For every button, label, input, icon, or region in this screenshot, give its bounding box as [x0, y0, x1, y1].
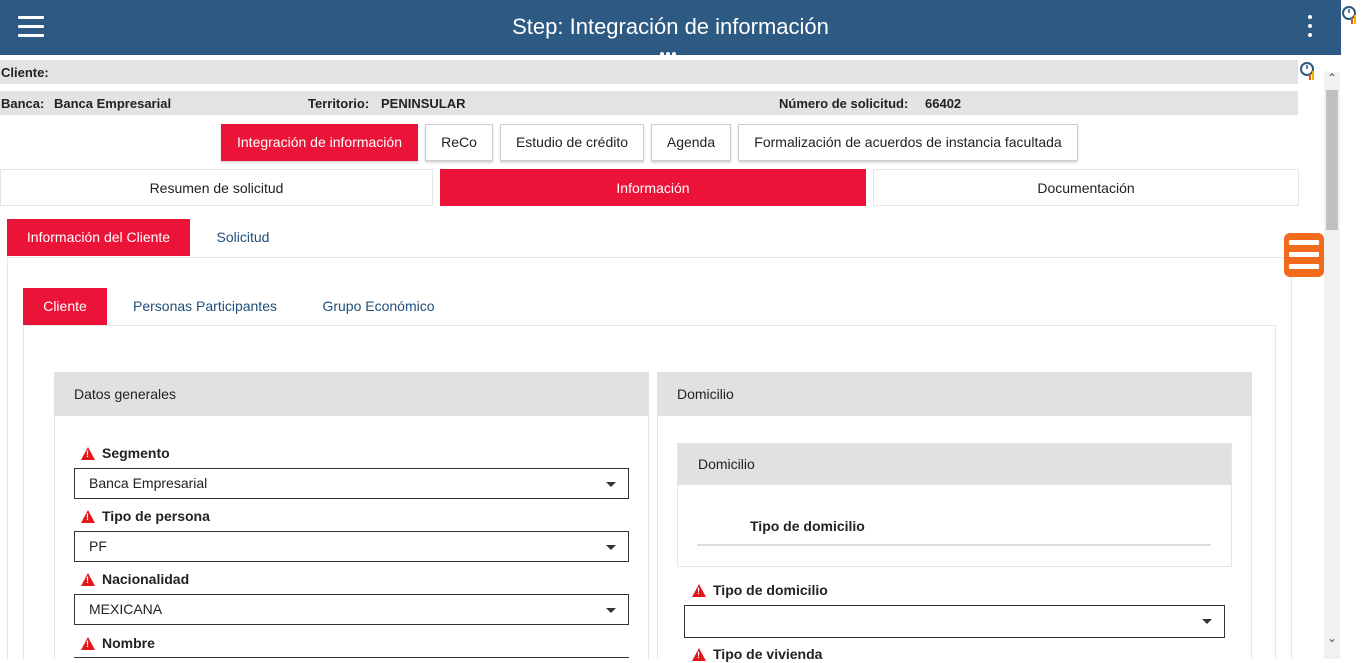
step-reco-button[interactable]: ReCo	[425, 124, 493, 161]
chevron-down-icon	[606, 608, 616, 613]
warning-icon	[81, 447, 95, 460]
territorio-label: Territorio:	[308, 96, 370, 111]
tab-personas-participantes[interactable]: Personas Participantes	[116, 288, 294, 325]
tipo-domicilio-column-header: Tipo de domicilio	[750, 518, 865, 534]
domicilio-border-right	[1251, 416, 1252, 659]
datos-border-right	[648, 416, 649, 659]
timer-chart-icon-inner[interactable]	[1300, 60, 1316, 82]
tab-grupo-economico[interactable]: Grupo Económico	[306, 288, 451, 325]
innertab-divider	[23, 325, 1276, 326]
kebab-icon[interactable]	[1306, 15, 1314, 41]
banca-value: Banca Empresarial	[54, 96, 172, 111]
warning-icon	[81, 510, 95, 523]
chevron-down-icon	[606, 482, 616, 487]
territorio-value: PENINSULAR	[381, 96, 466, 111]
inner-panel-border-left	[677, 443, 678, 566]
tipo-persona-select[interactable]: PF	[74, 531, 629, 562]
content-border-left	[7, 257, 8, 659]
inner-panel-border-right	[1231, 443, 1232, 566]
nombre-input-top-edge[interactable]	[74, 657, 629, 658]
tipo-vivienda-label: Tipo de vivienda	[692, 645, 822, 663]
warning-icon	[81, 573, 95, 586]
solicitud-label: Número de solicitud:	[779, 96, 909, 111]
warning-icon	[692, 584, 706, 597]
scroll-up-arrow[interactable]: ⌃	[1326, 72, 1338, 84]
tab-informacion[interactable]: Información	[440, 169, 866, 206]
inner-panel-border-bottom	[677, 566, 1232, 567]
segmento-label: Segmento	[81, 444, 170, 462]
tab-cliente[interactable]: Cliente	[23, 288, 107, 325]
title-more-icon[interactable]	[660, 43, 682, 56]
segmento-select[interactable]: Banca Empresarial	[74, 468, 629, 499]
banca-label: Banca:	[1, 96, 45, 111]
page-title: Step: Integración de información	[512, 14, 829, 39]
solicitud-value: 66402	[925, 96, 962, 111]
nacionalidad-select[interactable]: MEXICANA	[74, 594, 629, 625]
scrollbar-thumb[interactable]	[1326, 90, 1338, 230]
tipo-persona-label: Tipo de persona	[81, 507, 210, 525]
domicilio-inner-header: Domicilio	[678, 443, 1231, 485]
step-agenda-button[interactable]: Agenda	[651, 124, 731, 161]
column-header-underline	[697, 544, 1211, 546]
tab-solicitud[interactable]: Solicitud	[196, 219, 290, 256]
tab-resumen[interactable]: Resumen de solicitud	[0, 169, 433, 206]
floating-menu-icon[interactable]	[1284, 233, 1324, 277]
tab-documentacion[interactable]: Documentación	[873, 169, 1299, 206]
inner-border-right	[1275, 325, 1276, 659]
chevron-down-icon	[1202, 619, 1212, 624]
tipo-domicilio-select[interactable]	[684, 605, 1225, 638]
timer-chart-icon[interactable]	[1342, 4, 1358, 26]
warning-icon	[692, 648, 706, 661]
content-border-right	[1291, 257, 1292, 659]
right-gutter	[1341, 0, 1365, 659]
top-app-bar: Step: Integración de información	[0, 0, 1341, 56]
tipo-domicilio-label: Tipo de domicilio	[692, 581, 828, 599]
subtab-divider	[7, 257, 1292, 258]
nacionalidad-label: Nacionalidad	[81, 570, 189, 588]
domicilio-header: Domicilio	[657, 372, 1252, 416]
datos-border-left	[54, 416, 55, 659]
cliente-label: Cliente:	[1, 65, 49, 80]
datos-generales-header: Datos generales	[54, 372, 649, 416]
cliente-row: Cliente:	[0, 60, 1298, 84]
tab-info-cliente[interactable]: Información del Cliente	[7, 219, 190, 256]
chevron-down-icon	[606, 545, 616, 550]
solicitud-info-row: Banca: Banca Empresarial Territorio: PEN…	[0, 91, 1298, 115]
warning-icon	[81, 637, 95, 650]
scroll-down-arrow[interactable]: ⌄	[1326, 632, 1338, 644]
step-integracion-button[interactable]: Integración de información	[221, 124, 418, 161]
nombre-label: Nombre	[81, 634, 155, 652]
step-formalizacion-button[interactable]: Formalización de acuerdos de instancia f…	[738, 124, 1078, 161]
inner-border-left	[23, 325, 24, 659]
step-estudio-button[interactable]: Estudio de crédito	[500, 124, 644, 161]
domicilio-border-left	[657, 416, 658, 659]
